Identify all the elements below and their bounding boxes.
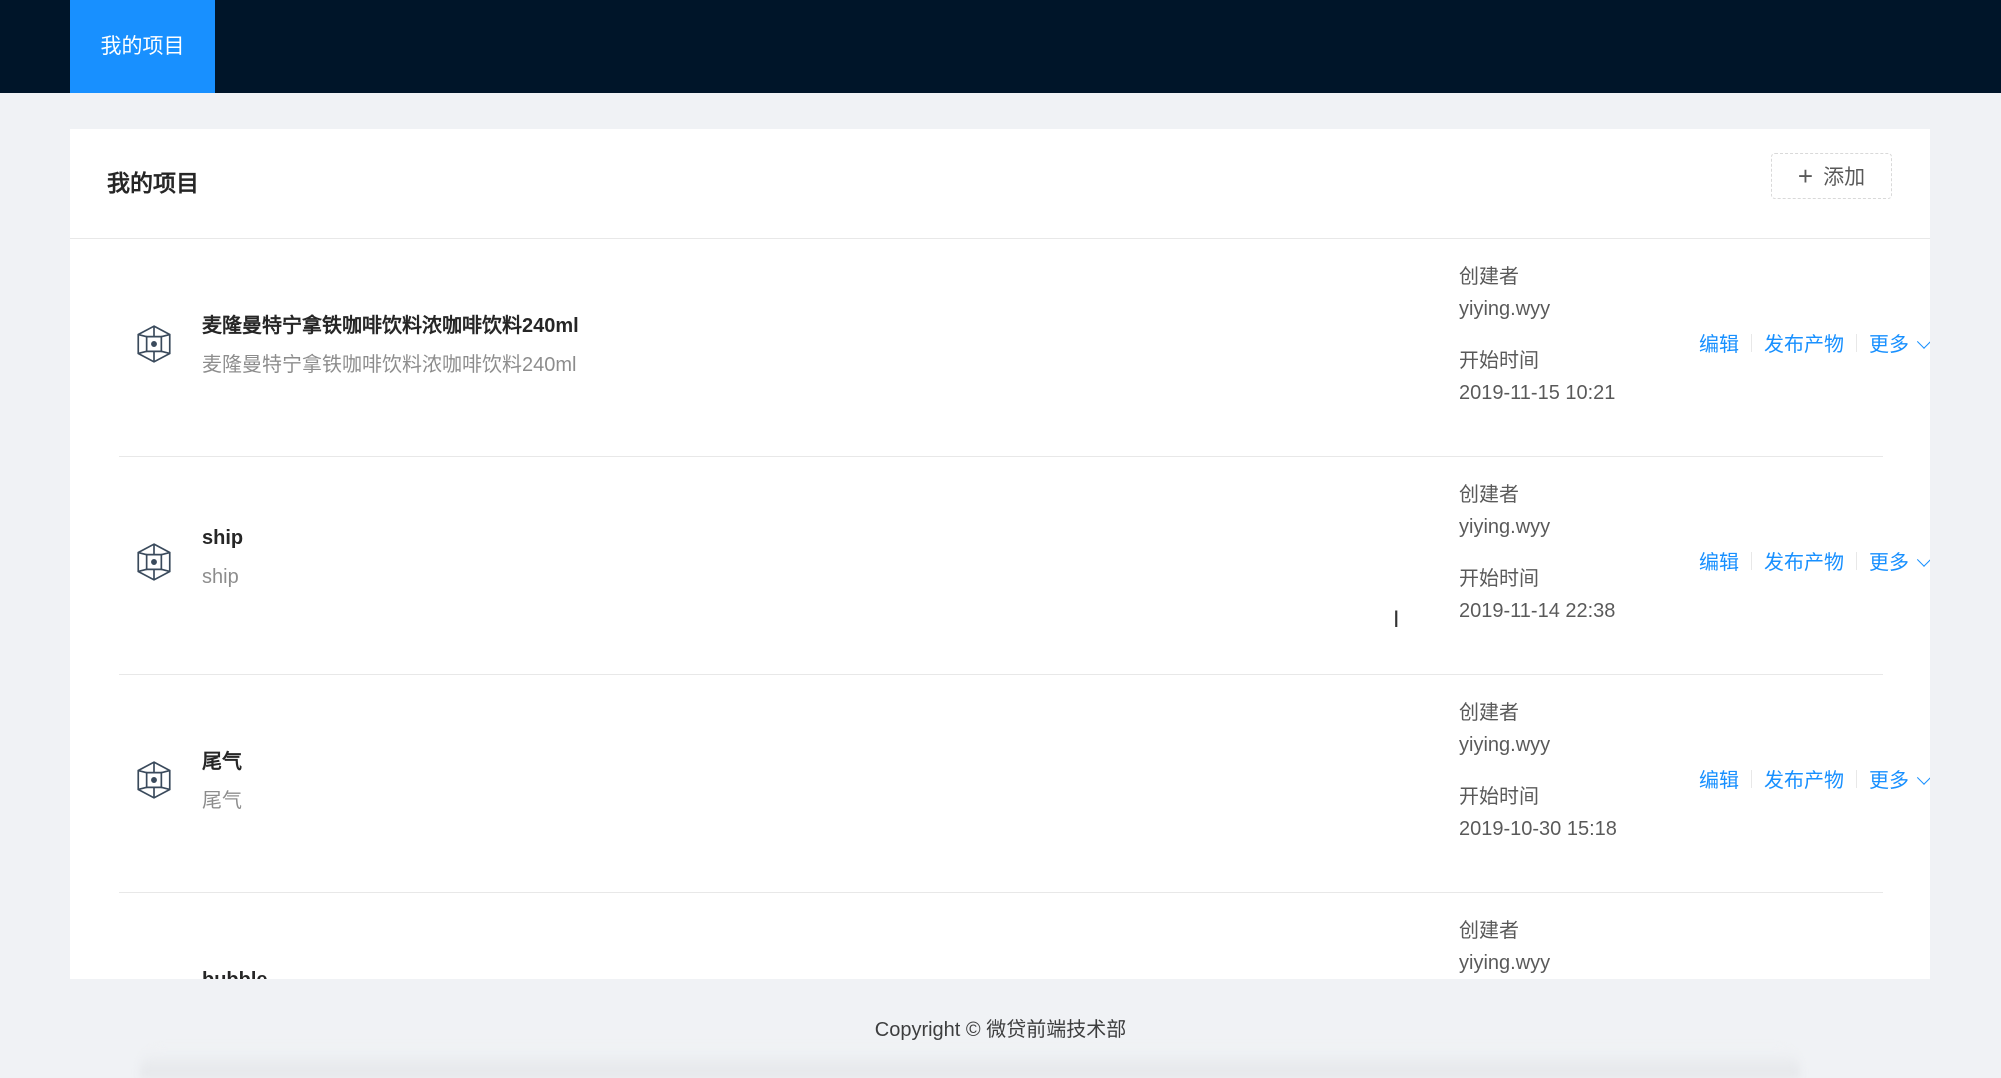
project-meta: 创建者 yiying.wyy 开始时间 2019-11-14 22:38	[1459, 479, 1615, 627]
project-description: 尾气	[202, 790, 242, 812]
nav-tab-my-projects[interactable]: 我的项目	[70, 0, 215, 93]
project-title[interactable]: 麦隆曼特宁拿铁咖啡饮料浓咖啡饮料240ml	[202, 309, 579, 338]
action-divider	[1856, 551, 1857, 570]
edit-link[interactable]: 编辑	[1699, 328, 1739, 357]
creator-value: yiying.wyy	[1459, 952, 1551, 974]
plus-icon: +	[1797, 161, 1814, 191]
publish-link[interactable]: 发布产物	[1764, 328, 1844, 357]
top-header: 我的项目	[0, 0, 2001, 93]
text-cursor-icon: I	[1393, 608, 1400, 633]
more-dropdown[interactable]: 更多	[1869, 764, 1930, 793]
creator-value: yiying.wyy	[1459, 298, 1551, 320]
project-meta: 创建者 yiying.wyy 开始时间 2019-10-30 15:18	[1459, 697, 1617, 845]
creator-value: yiying.wyy	[1459, 516, 1551, 538]
page-title: 我的项目	[107, 170, 199, 196]
project-description: ship	[202, 566, 239, 588]
project-title[interactable]: 尾气	[202, 745, 242, 774]
cube-icon	[133, 323, 175, 365]
action-divider	[1751, 333, 1752, 352]
row-actions: 编辑 发布产物 更多	[1699, 546, 1930, 575]
start-time-label: 开始时间	[1459, 568, 1539, 590]
add-project-button[interactable]: + 添加	[1771, 153, 1892, 199]
publish-link[interactable]: 发布产物	[1764, 546, 1844, 575]
bottom-shadow	[140, 1048, 1800, 1078]
action-divider	[1751, 769, 1752, 788]
start-time-value: 2019-10-30 15:18	[1459, 818, 1617, 840]
start-time-label: 开始时间	[1459, 786, 1539, 808]
publish-link[interactable]: 发布产物	[1764, 764, 1844, 793]
creator-label: 创建者	[1459, 702, 1519, 724]
action-divider	[1856, 769, 1857, 788]
start-time-label: 开始时间	[1459, 350, 1539, 372]
footer-copyright: Copyright © 微贷前端技术部	[874, 1019, 1127, 1041]
chevron-down-icon	[1916, 552, 1930, 567]
projects-card: 我的项目 + 添加 麦隆曼特宁拿铁咖啡饮料浓咖啡饮料240ml 麦隆曼特宁拿铁咖…	[70, 129, 1930, 979]
more-label: 更多	[1869, 770, 1909, 792]
chevron-down-icon	[1916, 334, 1930, 349]
chevron-down-icon	[1916, 770, 1930, 785]
cube-icon	[133, 759, 175, 801]
more-dropdown[interactable]: 更多	[1869, 546, 1930, 575]
creator-label: 创建者	[1459, 484, 1519, 506]
edit-link[interactable]: 编辑	[1699, 764, 1739, 793]
list-item: 尾气 尾气 创建者 yiying.wyy 开始时间 2019-10-30 15:…	[119, 675, 1930, 893]
list-item: bubble 创建者 yiying.wyy	[119, 893, 1883, 979]
action-divider	[1751, 551, 1752, 570]
more-label: 更多	[1869, 552, 1909, 574]
more-dropdown[interactable]: 更多	[1869, 328, 1930, 357]
project-description: 麦隆曼特宁拿铁咖啡饮料浓咖啡饮料240ml	[202, 354, 577, 376]
row-actions: 编辑 发布产物 更多	[1699, 328, 1930, 357]
list-item: 麦隆曼特宁拿铁咖啡饮料浓咖啡饮料240ml 麦隆曼特宁拿铁咖啡饮料浓咖啡饮料24…	[119, 239, 1930, 457]
project-title[interactable]: bubble	[202, 969, 268, 979]
edit-link[interactable]: 编辑	[1699, 546, 1739, 575]
list-item: ship ship 创建者 yiying.wyy 开始时间 2019-11-14…	[119, 457, 1930, 675]
project-meta: 创建者 yiying.wyy	[1459, 915, 1550, 979]
card-header: 我的项目 + 添加	[70, 129, 1930, 239]
cube-icon	[133, 541, 175, 583]
creator-label: 创建者	[1459, 266, 1519, 288]
project-meta: 创建者 yiying.wyy 开始时间 2019-11-15 10:21	[1459, 261, 1615, 409]
more-label: 更多	[1869, 334, 1909, 356]
start-time-value: 2019-11-15 10:21	[1459, 382, 1616, 404]
start-time-value: 2019-11-14 22:38	[1459, 600, 1616, 622]
row-actions: 编辑 发布产物 更多	[1699, 764, 1930, 793]
creator-label: 创建者	[1459, 920, 1519, 942]
creator-value: yiying.wyy	[1459, 734, 1551, 756]
add-button-label: 添加	[1823, 166, 1866, 189]
action-divider	[1856, 333, 1857, 352]
project-title[interactable]: ship	[202, 527, 243, 550]
